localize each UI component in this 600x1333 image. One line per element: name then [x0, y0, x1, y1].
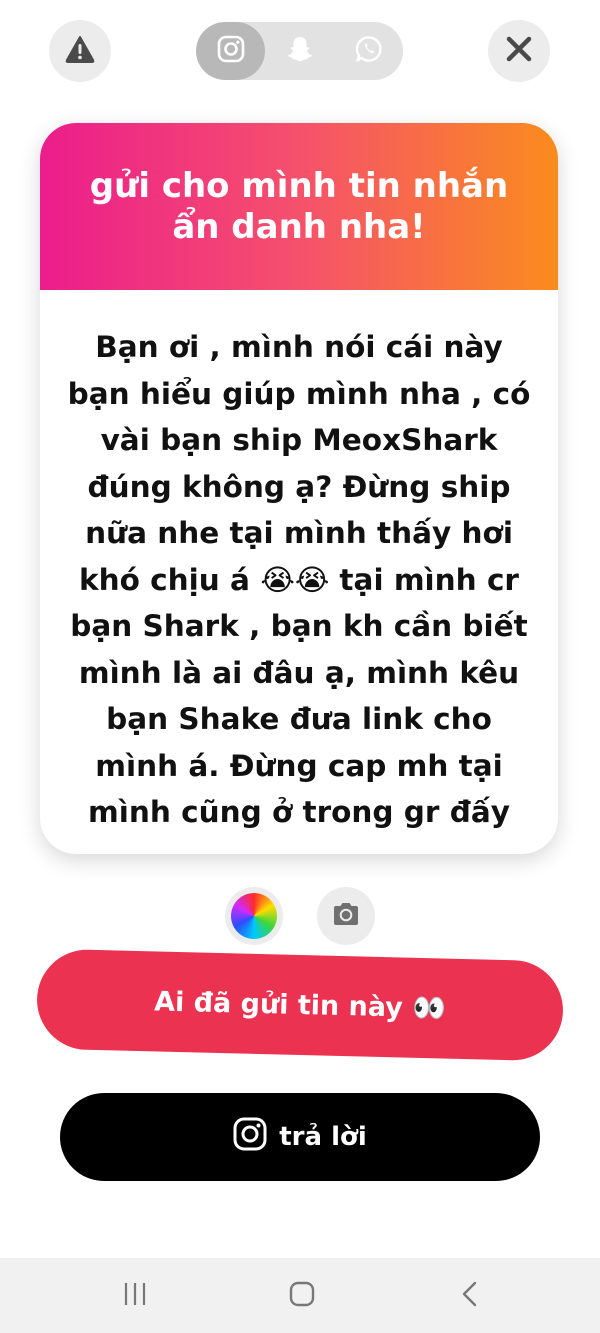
camera-icon [331, 901, 361, 931]
close-icon [506, 36, 532, 66]
change-color-button[interactable] [225, 887, 283, 945]
who-sent-label: Ai đã gửi tin này 👀 [153, 986, 447, 1025]
share-platform-switcher [196, 22, 403, 80]
snapchat-icon [285, 35, 315, 67]
whatsapp-icon [355, 35, 383, 67]
recent-apps-button[interactable] [115, 1278, 155, 1314]
card-header: gửi cho mình tin nhắn ẩn danh nha! [40, 123, 558, 290]
message-card: gửi cho mình tin nhắn ẩn danh nha! Bạn ơ… [40, 123, 558, 854]
back-icon [459, 1280, 481, 1312]
back-button[interactable] [450, 1278, 490, 1314]
screenshot-button[interactable] [317, 887, 375, 945]
message-body: Bạn ơi , mình nói cái này bạn hiểu giúp … [40, 290, 558, 836]
top-bar [0, 0, 600, 90]
close-button[interactable] [488, 20, 550, 82]
reply-button[interactable]: trả lời [60, 1093, 540, 1181]
system-nav-bar [0, 1258, 600, 1333]
card-title: gửi cho mình tin nhắn ẩn danh nha! [89, 165, 509, 247]
share-snapchat-tab[interactable] [265, 22, 334, 80]
message-text: Bạn ơi , mình nói cái này bạn hiểu giúp … [67, 330, 531, 829]
recent-apps-icon [121, 1281, 149, 1311]
instagram-icon [233, 1117, 267, 1158]
warning-icon [65, 35, 95, 67]
share-instagram-tab[interactable] [196, 22, 265, 80]
color-wheel-icon [231, 893, 277, 939]
report-button[interactable] [49, 20, 111, 82]
share-whatsapp-tab[interactable] [334, 22, 403, 80]
home-icon [288, 1280, 316, 1312]
instagram-icon [217, 35, 245, 67]
reply-label: trả lời [279, 1122, 367, 1152]
card-tools [0, 887, 600, 947]
home-button[interactable] [282, 1278, 322, 1314]
who-sent-this-button[interactable]: Ai đã gửi tin này 👀 [35, 948, 565, 1062]
